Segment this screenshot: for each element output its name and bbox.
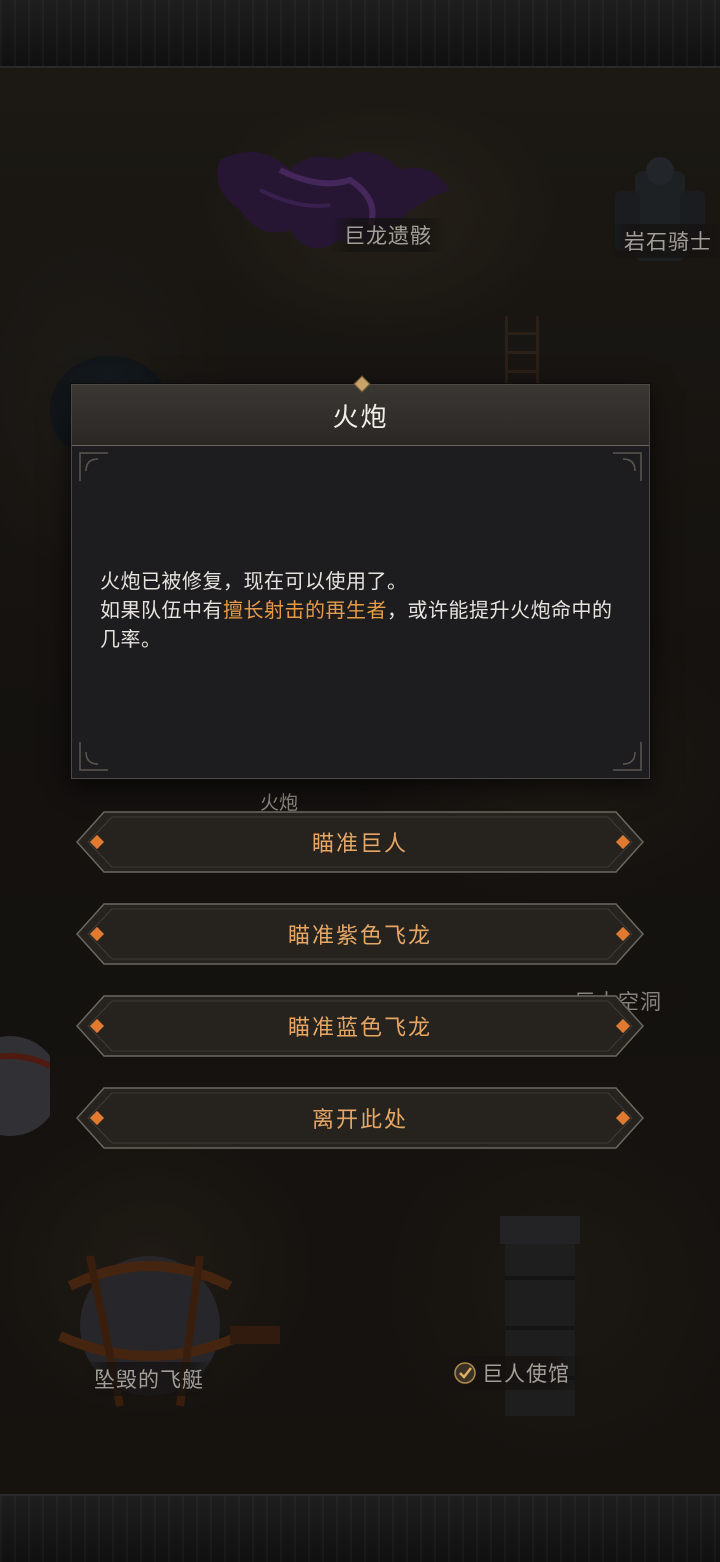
choice-label: 瞄准紫色飞龙	[287, 924, 432, 949]
choice-label: 瞄准蓝色飞龙	[287, 1016, 432, 1041]
corner-ornament-icon	[79, 452, 108, 481]
bottom-frame	[0, 1494, 720, 1562]
corner-ornament-icon	[613, 452, 642, 481]
event-dialog: 火炮 火炮已被修复，现在可以使用了。 如果队伍中有擅长射击的再生者，或许能提升火…	[71, 375, 650, 779]
choice-leave-button[interactable]: 离开此处	[76, 1087, 644, 1149]
map-label-dragon-remains[interactable]: 巨龙遗骸	[330, 218, 446, 252]
map-overlay	[0, 66, 720, 1494]
giant-embassy-text: 巨人使馆	[482, 1362, 570, 1386]
corner-ornament-icon	[613, 742, 642, 771]
dialog-text-line2: 如果队伍中有擅长射击的再生者，或许能提升火炮命中的几率。	[100, 596, 625, 654]
choice-aim-purple-wyvern-button[interactable]: 瞄准紫色飞龙	[76, 903, 644, 965]
map-label-crashed-airship[interactable]: 坠毁的飞艇	[80, 1362, 218, 1396]
choice-label: 离开此处	[311, 1108, 408, 1133]
choice-aim-giant-button[interactable]: 瞄准巨人	[76, 811, 644, 873]
corner-ornament-icon	[79, 742, 108, 771]
map-label-giant-embassy[interactable]: 巨人使馆	[440, 1356, 584, 1390]
dialog-text-line1: 火炮已被修复，现在可以使用了。	[100, 569, 408, 593]
dialog-body: 火炮已被修复，现在可以使用了。 如果队伍中有擅长射击的再生者，或许能提升火炮命中…	[100, 567, 625, 654]
dialog-highlight-text: 擅长射击的再生者	[223, 598, 387, 622]
dialog-text-prefix: 如果队伍中有	[100, 598, 223, 622]
check-icon	[454, 1362, 476, 1384]
dialog-title: 火炮	[332, 402, 389, 433]
top-frame	[0, 0, 720, 68]
dialog-header: 火炮	[72, 375, 649, 446]
choice-label: 瞄准巨人	[311, 832, 408, 857]
map-label-rock-knight[interactable]: 岩石骑士	[610, 224, 720, 258]
choice-aim-blue-wyvern-button[interactable]: 瞄准蓝色飞龙	[76, 995, 644, 1057]
